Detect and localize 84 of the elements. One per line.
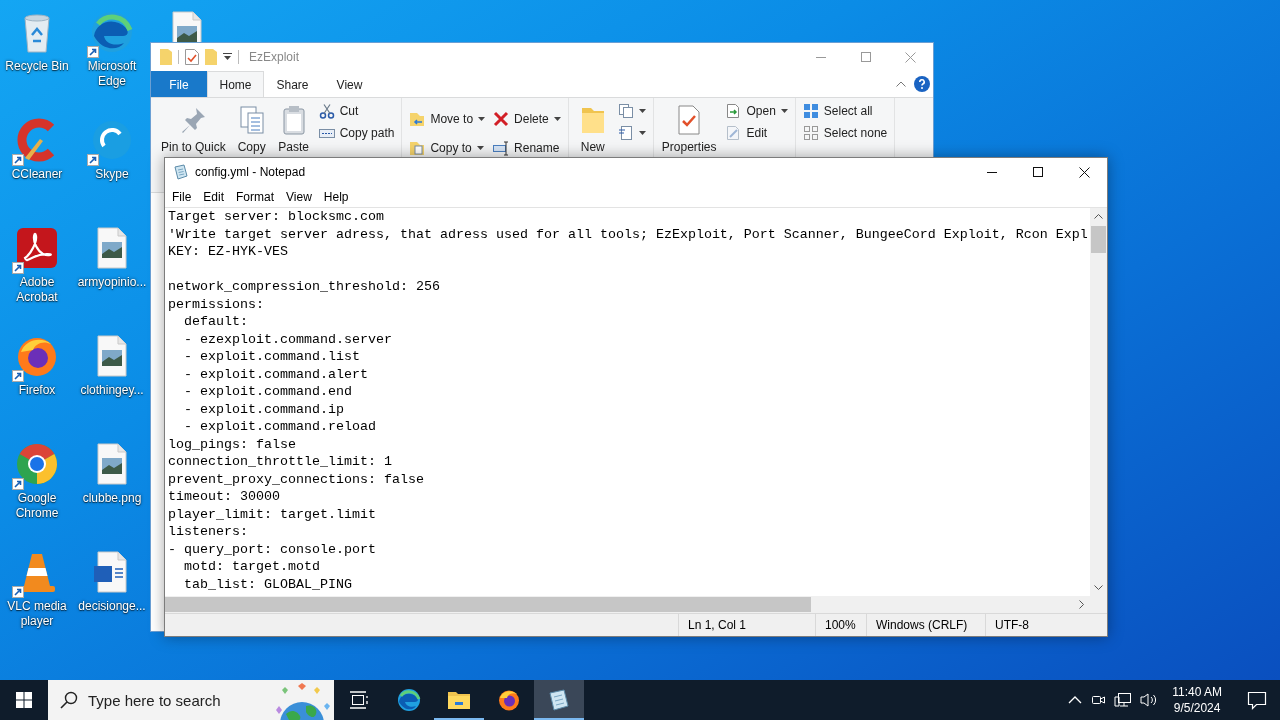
ribbon-button[interactable]: Pin to Quick bbox=[161, 104, 226, 154]
menu-item[interactable]: Edit bbox=[197, 187, 231, 206]
clock-time: 11:40 AM bbox=[1172, 684, 1222, 700]
page-arrow-icon bbox=[725, 103, 742, 119]
menu-item[interactable]: Format bbox=[230, 187, 281, 206]
file-menu-tab[interactable]: File bbox=[151, 71, 207, 97]
icon-label: Google Chrome bbox=[14, 491, 60, 521]
icon-label: clubbe.png bbox=[82, 491, 142, 506]
dropdown-icon[interactable] bbox=[223, 53, 232, 61]
maximize-icon[interactable] bbox=[1033, 167, 1043, 177]
window-title: config.yml - Notepad bbox=[195, 165, 306, 179]
rename-icon bbox=[493, 140, 510, 156]
windows-logo-icon bbox=[16, 692, 32, 708]
pencil-page-icon bbox=[725, 125, 742, 141]
empty-grid-icon bbox=[802, 125, 819, 141]
chevron-up-icon[interactable] bbox=[1068, 696, 1083, 704]
icon-label: Microsoft Edge bbox=[86, 59, 138, 89]
icon-label: Skype bbox=[95, 167, 129, 182]
icon-label: clothingey... bbox=[80, 383, 144, 398]
search-icon bbox=[60, 691, 78, 709]
scroll-up-icon bbox=[1094, 214, 1103, 219]
ribbon-button[interactable]: Select none bbox=[799, 122, 891, 144]
ribbon-button[interactable]: Delete bbox=[490, 110, 564, 128]
status-text: UTF-8 bbox=[985, 614, 1107, 636]
status-text: Ln 1, Col 1 bbox=[678, 614, 815, 636]
ribbon-button[interactable]: Copy bbox=[235, 104, 268, 154]
icon-label: decisionge... bbox=[78, 599, 146, 614]
folder-arrow-icon bbox=[409, 111, 426, 127]
grid-icon bbox=[802, 103, 819, 119]
icon-label: Adobe Acrobat bbox=[15, 275, 59, 305]
flame-circle-icon bbox=[497, 688, 521, 712]
search-field[interactable]: Type here to search bbox=[88, 691, 252, 709]
ribbon-tab[interactable]: Share bbox=[264, 71, 321, 97]
scroll-right-icon bbox=[1079, 600, 1084, 609]
ribbon-button[interactable]: Select all bbox=[799, 100, 891, 122]
ribbon-button[interactable]: New bbox=[576, 104, 609, 154]
scroll-thumb[interactable] bbox=[165, 597, 811, 612]
taskbar-app-button[interactable] bbox=[534, 680, 584, 720]
icon-label: Recycle Bin bbox=[5, 59, 69, 74]
volume-icon[interactable] bbox=[1140, 692, 1159, 708]
task-view-icon bbox=[349, 691, 369, 709]
scissors-icon bbox=[318, 103, 335, 119]
icon-label: VLC media player bbox=[6, 599, 68, 629]
notepad-icon bbox=[547, 688, 571, 712]
pages-icon bbox=[617, 103, 634, 119]
notepad-icon bbox=[173, 164, 189, 180]
status-text: 100% bbox=[815, 614, 866, 636]
notification-icon[interactable] bbox=[1247, 690, 1267, 710]
ribbon-button[interactable]: Copy to bbox=[406, 139, 489, 157]
help-icon[interactable] bbox=[914, 76, 930, 92]
ribbon-tab[interactable]: View bbox=[321, 71, 378, 97]
scroll-thumb[interactable] bbox=[1091, 226, 1106, 253]
ribbon-button[interactable]: Paste bbox=[277, 104, 310, 154]
menu-item[interactable]: File bbox=[166, 187, 198, 206]
ribbon-tab[interactable]: Home bbox=[207, 71, 264, 97]
delete-icon bbox=[493, 111, 510, 127]
ribbon-button[interactable]: Edit bbox=[722, 122, 791, 144]
scroll-down-icon bbox=[1094, 585, 1103, 590]
status-text: Windows (CRLF) bbox=[866, 614, 985, 636]
menu-item[interactable]: Help bbox=[317, 187, 355, 206]
close-icon[interactable] bbox=[1078, 166, 1090, 178]
ribbon-button[interactable]: Cut bbox=[315, 100, 398, 122]
icon-label: CCleaner bbox=[11, 167, 63, 182]
page-icon bbox=[617, 125, 634, 141]
icon-label: armyopinio... bbox=[77, 275, 147, 290]
checkmark-page-icon[interactable] bbox=[185, 49, 199, 65]
collapse-ribbon-icon[interactable] bbox=[896, 81, 906, 87]
folder-page-icon bbox=[409, 140, 426, 156]
menu-item[interactable]: View bbox=[280, 187, 318, 206]
horizontal-scrollbar[interactable] bbox=[165, 596, 1090, 613]
network-icon[interactable] bbox=[1114, 692, 1133, 708]
clock[interactable]: 11:40 AM 9/5/2024 bbox=[1166, 684, 1228, 716]
ribbon-button[interactable]: Move to bbox=[406, 110, 489, 128]
swirl-icon bbox=[397, 688, 421, 712]
clock-date: 9/5/2024 bbox=[1173, 700, 1221, 716]
ribbon-button[interactable]: Open bbox=[722, 100, 791, 122]
document-text[interactable]: Target server: blocksmc.com 'Write target server adress, that adress used for all tools; EzExploit, Port Scanner, BungeeCord Exploit, Rcon Expl KEY: EZ-HYK-VES network_compression_threshold: 256 permissions: default: - ezexploit.command.server - exploit.command.list - exploit.command.alert - exploit.command.end - exploit.command.ip - exploit.command.reload log_pings: false connection_throttle_limit: 1 prevent_proxy_connections: false timeout: 30000 player_limit: target.limit listeners: - query_port: console.port motd: target.motd tab_list: GLOBAL_PING bbox=[165, 208, 1090, 596]
vertical-scrollbar[interactable] bbox=[1090, 208, 1107, 596]
search-bar[interactable]: Type here to search bbox=[48, 680, 334, 720]
ribbon-button[interactable]: Copy path bbox=[315, 122, 398, 144]
ribbon-button[interactable]: Properties bbox=[661, 104, 717, 154]
ribbon-button[interactable]: Rename bbox=[490, 139, 564, 157]
icon-label: Firefox bbox=[18, 383, 56, 398]
window-title: EzExploit bbox=[249, 50, 300, 64]
